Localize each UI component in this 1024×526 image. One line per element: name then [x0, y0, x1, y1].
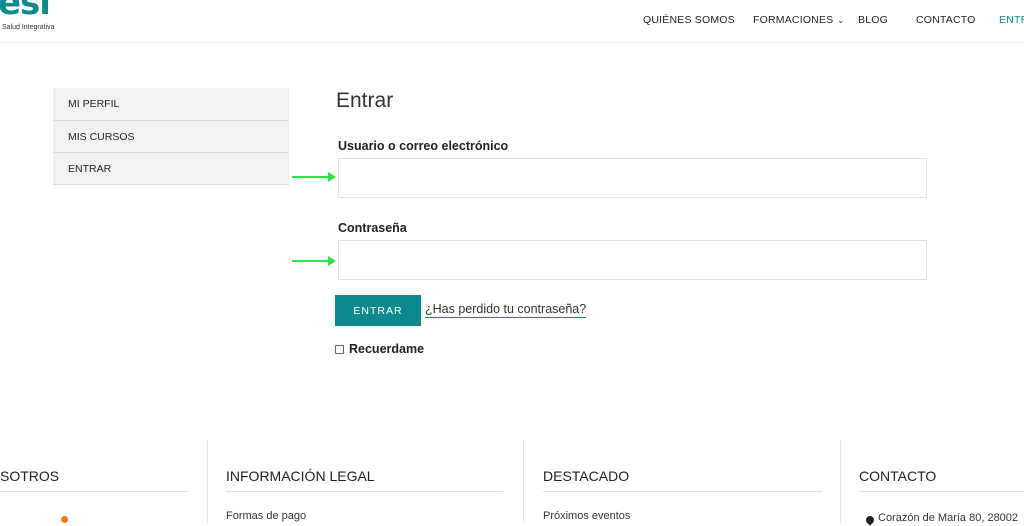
arrow-head: [328, 256, 336, 266]
page-title: Entrar: [336, 89, 394, 112]
footer-divider: [207, 440, 208, 523]
arrow-head: [328, 172, 336, 182]
nav-item-entrar[interactable]: ENTR: [999, 14, 1024, 26]
nav-item-formaciones[interactable]: FORMACIONES ⌄: [753, 14, 844, 26]
footer-rule: [0, 491, 188, 492]
password-input[interactable]: [338, 240, 927, 280]
account-menu-item-entrar[interactable]: ENTRAR: [53, 153, 289, 185]
footer-link-formas-de-pago[interactable]: Formas de pago: [226, 510, 306, 522]
nav-item-quienes-somos[interactable]: QUIÉNES SOMOS: [643, 14, 735, 26]
account-menu-item-mi-perfil[interactable]: MI PERFIL: [53, 88, 289, 121]
lost-password-link[interactable]: ¿Has perdido tu contraseña?: [425, 302, 587, 318]
footer-column-title: INFORMACIÓN LEGAL: [226, 468, 375, 484]
site-header: esi Salud Integrativa QUIÉNES SOMOS FORM…: [0, 0, 1024, 43]
arrow-line: [292, 260, 328, 262]
footer-rule: [859, 491, 1024, 492]
arrow-line: [292, 176, 328, 178]
footer-column-title: DESTACADO: [543, 468, 630, 484]
footer-column-nosotros: SOTROS: [0, 440, 207, 523]
nav-item-contacto[interactable]: CONTACTO: [916, 14, 976, 26]
password-label: Contraseña: [338, 221, 407, 235]
account-menu-item-mis-cursos[interactable]: MIS CURSOS: [53, 121, 289, 153]
nav-item-label: FORMACIONES: [753, 14, 834, 26]
footer-column-destacado: DESTACADO Próximos eventos: [543, 440, 840, 523]
footer-column-contacto: CONTACTO: [859, 440, 1024, 523]
footer-address: Corazón de María 80, 28002: [878, 512, 1019, 524]
nav-item-blog[interactable]: BLOG: [858, 14, 888, 26]
footer-rule: [226, 491, 503, 492]
arrow-right-icon: [292, 256, 336, 266]
username-label: Usuario o correo electrónico: [338, 139, 509, 153]
footer-divider: [840, 440, 841, 523]
remember-me-checkbox[interactable]: [335, 345, 344, 354]
footer-column-informacion-legal: INFORMACIÓN LEGAL Formas de pago: [226, 440, 523, 523]
main-nav: QUIÉNES SOMOS FORMACIONES ⌄ BLOG CONTACTO…: [0, 14, 1024, 28]
footer-rule: [543, 491, 822, 492]
footer-column-title: CONTACTO: [859, 468, 937, 484]
footer-column-title: SOTROS: [0, 468, 60, 484]
login-submit-button[interactable]: ENTRAR: [335, 295, 421, 326]
remember-me-label[interactable]: Recuerdame: [349, 342, 424, 356]
username-input[interactable]: [338, 158, 927, 198]
chevron-down-icon: ⌄: [837, 16, 845, 25]
footer-divider: [523, 440, 524, 523]
account-menu: MI PERFIL MIS CURSOS ENTRAR: [53, 88, 289, 185]
footer-link-proximos-eventos[interactable]: Próximos eventos: [543, 510, 630, 522]
orange-dot-icon: [61, 516, 68, 523]
arrow-right-icon: [292, 172, 336, 182]
